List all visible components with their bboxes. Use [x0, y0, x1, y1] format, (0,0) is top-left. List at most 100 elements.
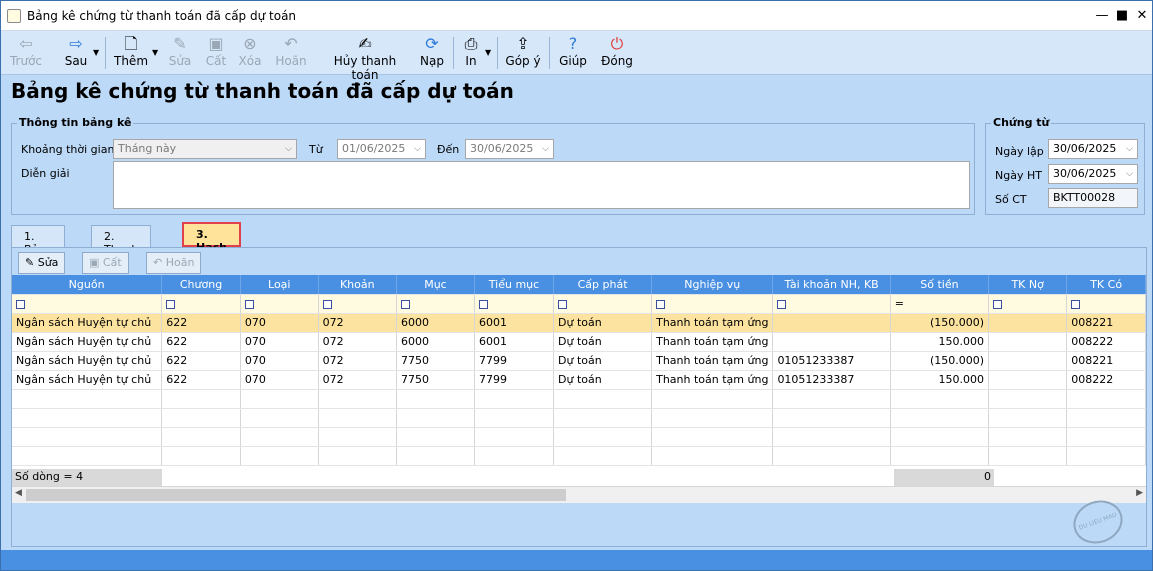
voucher-date-picker[interactable]: 30/06/2025 ⌵: [1048, 139, 1138, 159]
delete-button[interactable]: ⊗ Xóa: [236, 34, 264, 72]
column-header[interactable]: Cấp phát: [553, 275, 653, 295]
cell: [772, 313, 891, 333]
minimize-button[interactable]: —: [1092, 7, 1112, 25]
cell: 150.000: [890, 370, 990, 390]
new-document-icon: 🗋: [124, 34, 138, 53]
filter-icon: [993, 299, 1003, 309]
filter-cell[interactable]: [474, 294, 555, 314]
cell: Dự toán: [553, 370, 653, 390]
column-header[interactable]: Số tiền: [890, 275, 990, 295]
status-bar: [1, 550, 1152, 570]
filter-cell[interactable]: [553, 294, 653, 314]
tab-payment[interactable]: 2. Thanh toán: [91, 225, 152, 269]
filter-cell[interactable]: [772, 294, 891, 314]
to-date-picker[interactable]: 30/06/2025 ⌵: [465, 139, 554, 159]
ht-date-picker[interactable]: 30/06/2025 ⌵: [1048, 164, 1138, 184]
delete-document-icon: ⊗: [243, 34, 257, 53]
reload-button[interactable]: ⟳ Nạp: [417, 34, 447, 72]
feedback-button[interactable]: ⇪ Góp ý: [504, 34, 542, 72]
table-row[interactable]: Ngân sách Huyện tự chủ 622 070 072 7750 …: [12, 370, 1146, 390]
back-button[interactable]: ⇦ Trước: [9, 34, 43, 72]
description-label: Diễn giải: [21, 167, 70, 180]
edit-button[interactable]: ✎ Sửa: [166, 34, 194, 72]
period-select[interactable]: Tháng này ⌵: [113, 139, 297, 159]
cell: [988, 370, 1068, 390]
undo-icon: ↶: [284, 34, 298, 53]
cell: 008221: [1066, 313, 1146, 333]
column-header[interactable]: Tài khoản NH, KB: [772, 275, 891, 295]
dropdown-arrow-icon: ▼: [93, 48, 100, 57]
maximize-button[interactable]: ■: [1112, 7, 1132, 25]
table-row[interactable]: Ngân sách Huyện tự chủ 622 070 072 6000 …: [12, 332, 1146, 352]
column-header[interactable]: TK Nợ: [988, 275, 1068, 295]
forward-button[interactable]: ⇨ Sau ▼: [59, 34, 99, 72]
from-date-picker[interactable]: 01/06/2025 ⌵: [337, 139, 426, 159]
description-textarea[interactable]: [113, 161, 970, 209]
filter-cell[interactable]: [396, 294, 475, 314]
page-title: Bảng kê chứng từ thanh toán đã cấp dự to…: [11, 79, 514, 103]
column-header[interactable]: Nguồn: [12, 275, 163, 295]
grid-save-button[interactable]: ▣ Cất: [82, 252, 129, 274]
filter-icon: [777, 299, 787, 309]
column-header[interactable]: TK Có: [1066, 275, 1146, 295]
grid-edit-button[interactable]: ✎ Sửa: [18, 252, 66, 274]
column-header[interactable]: Nghiệp vụ: [651, 275, 774, 295]
save-button[interactable]: ▣ Cất: [202, 34, 230, 72]
filter-cell[interactable]: [651, 294, 774, 314]
empty-row: [12, 408, 1146, 428]
dropdown-arrow-icon: ▼: [485, 48, 492, 57]
cell: 072: [318, 332, 397, 352]
filter-cell[interactable]: [988, 294, 1068, 314]
tab-simultaneous-accounting[interactable]: 3. Hạch toán đồng thời: [182, 222, 242, 293]
grid-undo-button[interactable]: ↶ Hoãn: [146, 252, 202, 274]
horizontal-scrollbar[interactable]: ◀ ▶: [12, 486, 1146, 503]
print-button[interactable]: ⎙ In ▼: [459, 34, 492, 72]
filter-cell[interactable]: [1066, 294, 1146, 314]
filter-cell[interactable]: =: [890, 294, 990, 314]
period-label: Khoảng thời gian: [21, 143, 115, 156]
filter-cell[interactable]: [12, 294, 163, 314]
chevron-down-icon: ⌵: [1126, 144, 1133, 154]
column-header[interactable]: Chương: [161, 275, 241, 295]
column-header[interactable]: Tiểu mục: [474, 275, 555, 295]
column-header[interactable]: Khoản: [318, 275, 397, 295]
tab-list[interactable]: 1. Bảng kê: [11, 225, 66, 269]
scroll-thumb[interactable]: [26, 489, 566, 501]
cell: Ngân sách Huyện tự chủ: [12, 313, 163, 333]
cell: 070: [240, 313, 319, 333]
cell: 008221: [1066, 351, 1146, 371]
table-row[interactable]: Ngân sách Huyện tự chủ 622 070 072 6000 …: [12, 313, 1146, 333]
scroll-left-icon[interactable]: ◀: [15, 488, 22, 498]
filter-cell[interactable]: [318, 294, 397, 314]
column-header[interactable]: Loại: [240, 275, 319, 295]
help-button[interactable]: ? Giúp: [557, 34, 589, 72]
cell: 622: [161, 332, 241, 352]
cell: [988, 351, 1068, 371]
voucher-no-field[interactable]: BKTT00028: [1048, 188, 1138, 208]
pen-icon: ✍: [358, 34, 372, 53]
edit-icon: ✎: [25, 256, 35, 269]
table-row[interactable]: Ngân sách Huyện tự chủ 622 070 072 7750 …: [12, 351, 1146, 371]
filter-cell[interactable]: [240, 294, 319, 314]
cell: Dự toán: [553, 332, 653, 352]
close-window-button[interactable]: ✕: [1132, 7, 1152, 25]
main-toolbar: ⇦ Trước ⇨ Sau ▼ 🗋 Thêm ▼ ✎ Sửa ▣ Cất ⊗ X…: [1, 31, 1152, 82]
scroll-right-icon[interactable]: ▶: [1136, 488, 1143, 498]
cell: (150.000): [890, 351, 990, 371]
empty-row: [12, 389, 1146, 409]
filter-cell[interactable]: [161, 294, 241, 314]
cancel-payment-button[interactable]: ✍ Hủy thanh toán: [319, 34, 411, 82]
cell: 150.000: [890, 332, 990, 352]
cell: 072: [318, 351, 397, 371]
title-bar: Bảng kê chứng từ thanh toán đã cấp dự to…: [1, 1, 1152, 31]
column-header[interactable]: Mục: [396, 275, 475, 295]
close-button[interactable]: ⏻ Đóng: [599, 34, 635, 72]
row-count: Số dòng = 4: [12, 469, 162, 486]
undo-button[interactable]: ↶ Hoãn: [273, 34, 309, 72]
equals-operator: =: [894, 297, 904, 310]
cell: 070: [240, 370, 319, 390]
cell: Thanh toán tạm ứng: [651, 370, 774, 390]
cell: Ngân sách Huyện tự chủ: [12, 332, 163, 352]
add-button[interactable]: 🗋 Thêm ▼: [114, 34, 158, 72]
cell: 008222: [1066, 332, 1146, 352]
